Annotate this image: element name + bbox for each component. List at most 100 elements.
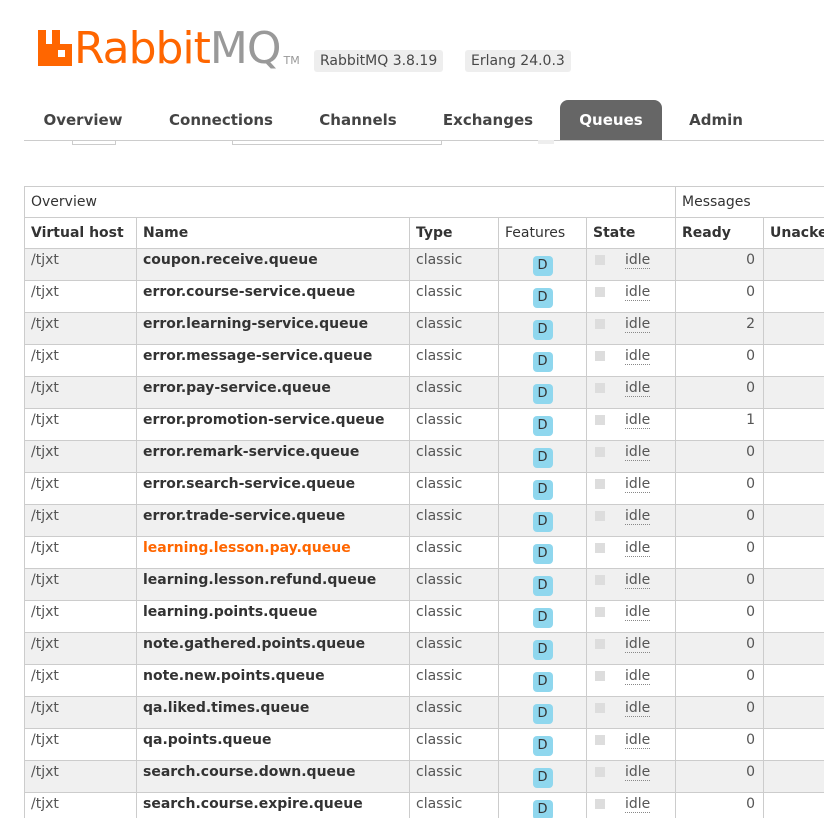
state-label: idle: [625, 636, 651, 653]
durable-badge: D: [532, 352, 553, 372]
queue-name-link[interactable]: learning.lesson.pay.queue: [136, 536, 410, 569]
table-row[interactable]: /tjxt note.new.points.queue classic Didle 0: [24, 664, 824, 697]
tab-queues[interactable]: Queues: [560, 100, 662, 140]
pagination-select[interactable]: [72, 140, 116, 145]
queues-table-body: /tjxt coupon.receive.queue classic Didle 0/t…: [24, 248, 824, 818]
table-row[interactable]: /tjxt learning.lesson.pay.queue classic Did…: [24, 536, 824, 569]
tab-exchanges[interactable]: Exchanges: [426, 100, 550, 140]
unacked-cell: [763, 792, 824, 818]
table-row[interactable]: /tjxt learning.points.queue classic Didle 0: [24, 600, 824, 633]
state-cell: idle: [585, 664, 677, 697]
durable-badge: D: [532, 256, 553, 276]
table-row[interactable]: /tjxt error.pay-service.queue classic Didle…: [24, 376, 824, 409]
unacked-cell: [763, 536, 824, 569]
tab-channels[interactable]: Channels: [300, 100, 416, 140]
table-row[interactable]: /tjxt coupon.receive.queue classic Didle 0: [24, 248, 824, 281]
rabbitmq-logo[interactable]: RabbitMQ TM: [38, 23, 300, 74]
vhost-cell: /tjxt: [24, 696, 137, 729]
state-indicator-icon: [595, 767, 605, 777]
queue-name-link[interactable]: error.pay-service.queue: [136, 376, 410, 409]
queue-name-link[interactable]: error.message-service.queue: [136, 344, 410, 377]
features-cell: D: [498, 504, 587, 537]
state-indicator-icon: [595, 735, 605, 745]
tab-connections[interactable]: Connections: [152, 100, 290, 140]
state-label: idle: [625, 572, 651, 589]
vhost-cell: /tjxt: [24, 792, 137, 818]
queue-name-link[interactable]: error.learning-service.queue: [136, 312, 410, 345]
vhost-cell: /tjxt: [24, 280, 137, 313]
queue-name-link[interactable]: learning.lesson.refund.queue: [136, 568, 410, 601]
features-cell: D: [498, 344, 587, 377]
table-row[interactable]: /tjxt qa.points.queue classic Didle 0: [24, 728, 824, 761]
regex-checkbox[interactable]: [538, 140, 554, 144]
unacked-cell: [763, 280, 824, 313]
state-cell: idle: [585, 536, 677, 569]
queue-name-link[interactable]: error.remark-service.queue: [136, 440, 410, 473]
queue-name-link[interactable]: qa.points.queue: [136, 728, 410, 761]
ready-count: 0: [675, 376, 765, 409]
tab-admin[interactable]: Admin: [672, 100, 760, 140]
column-header-unacked[interactable]: Unacked: [763, 217, 824, 249]
column-header-type[interactable]: Type: [409, 217, 499, 249]
unacked-cell: [763, 440, 824, 473]
unacked-cell: [763, 760, 824, 793]
table-row[interactable]: /tjxt qa.liked.times.queue classic Didle 0: [24, 696, 824, 729]
column-header-name[interactable]: Name: [136, 217, 410, 249]
vhost-cell: /tjxt: [24, 632, 137, 665]
logo-trademark: TM: [283, 54, 300, 67]
column-header-state[interactable]: State: [585, 217, 677, 249]
table-row[interactable]: /tjxt error.search-service.queue classic Di…: [24, 472, 824, 505]
type-cell: classic: [409, 312, 499, 345]
state-indicator-icon: [595, 255, 605, 265]
column-header-features: Features: [498, 217, 587, 249]
ready-count: 0: [675, 728, 765, 761]
queue-name-link[interactable]: coupon.receive.queue: [136, 248, 410, 281]
unacked-cell: [763, 600, 824, 633]
column-header-ready[interactable]: Ready: [675, 217, 765, 249]
type-cell: classic: [409, 568, 499, 601]
filter-input[interactable]: [232, 140, 442, 145]
table-row[interactable]: /tjxt error.trade-service.queue classic Did…: [24, 504, 824, 537]
queue-name-link[interactable]: search.course.expire.queue: [136, 792, 410, 818]
features-cell: D: [498, 312, 587, 345]
queue-name-link[interactable]: note.gathered.points.queue: [136, 632, 410, 665]
table-row[interactable]: /tjxt error.remark-service.queue classic Di…: [24, 440, 824, 473]
state-cell: idle: [585, 440, 677, 473]
ready-count: 0: [675, 344, 765, 377]
column-header-virtual-host[interactable]: Virtual host: [24, 217, 137, 249]
ready-count: 0: [675, 696, 765, 729]
logo-wordmark: RabbitMQ: [74, 23, 282, 74]
unacked-cell: [763, 312, 824, 345]
table-row[interactable]: /tjxt error.promotion-service.queue classi…: [24, 408, 824, 441]
vhost-cell: /tjxt: [24, 408, 137, 441]
queue-name-link[interactable]: error.trade-service.queue: [136, 504, 410, 537]
type-cell: classic: [409, 664, 499, 697]
queue-name-link[interactable]: learning.points.queue: [136, 600, 410, 633]
unacked-cell: [763, 696, 824, 729]
table-row[interactable]: /tjxt note.gathered.points.queue classic Di…: [24, 632, 824, 665]
table-row[interactable]: /tjxt learning.lesson.refund.queue classic…: [24, 568, 824, 601]
table-row[interactable]: /tjxt error.message-service.queue classic D…: [24, 344, 824, 377]
queue-name-link[interactable]: error.search-service.queue: [136, 472, 410, 505]
durable-badge: D: [532, 320, 553, 340]
ready-count: 1: [675, 408, 765, 441]
unacked-cell: [763, 248, 824, 281]
state-cell: idle: [585, 344, 677, 377]
type-cell: classic: [409, 728, 499, 761]
queue-name-link[interactable]: error.promotion-service.queue: [136, 408, 410, 441]
table-row[interactable]: /tjxt error.course-service.queue classic Di…: [24, 280, 824, 313]
vhost-cell: /tjxt: [24, 760, 137, 793]
tab-overview[interactable]: Overview: [24, 100, 142, 140]
queues-table: Overview Messages Virtual host Name Type…: [24, 186, 824, 818]
queue-name-link[interactable]: note.new.points.queue: [136, 664, 410, 697]
table-row[interactable]: /tjxt search.course.down.queue classic Didl…: [24, 760, 824, 793]
queue-name-link[interactable]: search.course.down.queue: [136, 760, 410, 793]
state-label: idle: [625, 348, 651, 365]
durable-badge: D: [532, 288, 553, 308]
ready-count: 0: [675, 792, 765, 818]
state-label: idle: [625, 796, 651, 813]
table-row[interactable]: /tjxt search.course.expire.queue classic Di…: [24, 792, 824, 818]
queue-name-link[interactable]: error.course-service.queue: [136, 280, 410, 313]
queue-name-link[interactable]: qa.liked.times.queue: [136, 696, 410, 729]
table-row[interactable]: /tjxt error.learning-service.queue classic…: [24, 312, 824, 345]
